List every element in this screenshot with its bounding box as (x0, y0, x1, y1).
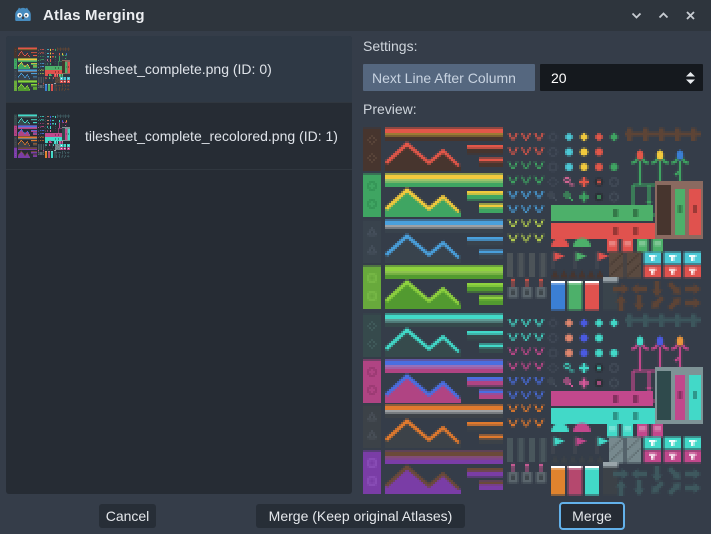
next-line-after-column-button[interactable]: Next Line After Column (363, 64, 535, 91)
window-shrink-button[interactable] (628, 7, 645, 24)
chevron-up-icon (658, 12, 669, 19)
chevron-down-icon (631, 12, 642, 19)
atlas-item-label: tilesheet_complete_recolored.png (ID: 1) (85, 128, 338, 144)
settings-heading: Settings: (363, 38, 418, 54)
atlas-thumbnail (14, 47, 70, 91)
atlas-item[interactable]: tilesheet_complete_recolored.png (ID: 1) (6, 103, 352, 170)
column-count-spinbox[interactable]: 20 (540, 64, 703, 91)
atlas-thumbnail (14, 114, 70, 158)
close-icon (686, 11, 695, 20)
settings-row: Next Line After Column 20 (363, 64, 703, 91)
window-title: Atlas Merging (43, 7, 145, 24)
atlas-list: tilesheet_complete.png (ID: 0) tilesheet… (6, 36, 352, 494)
spinbox-value: 20 (551, 69, 567, 86)
window-controls (628, 7, 699, 24)
window-titlebar[interactable]: Atlas Merging (0, 0, 711, 31)
merge-keep-original-button[interactable]: Merge (Keep original Atlases) (256, 504, 465, 528)
window-close-button[interactable] (682, 7, 699, 24)
window-expand-button[interactable] (655, 7, 672, 24)
settings-panel: Settings: Next Line After Column 20 Prev… (363, 36, 703, 496)
cancel-button[interactable]: Cancel (99, 504, 156, 528)
preview-heading: Preview: (363, 101, 417, 117)
godot-icon (15, 7, 31, 21)
merge-button[interactable]: Merge (559, 502, 625, 530)
atlas-item[interactable]: tilesheet_complete.png (ID: 0) (6, 36, 352, 103)
atlas-item-label: tilesheet_complete.png (ID: 0) (85, 61, 272, 77)
merged-atlas-preview (363, 125, 703, 496)
updown-icon[interactable] (685, 71, 696, 85)
